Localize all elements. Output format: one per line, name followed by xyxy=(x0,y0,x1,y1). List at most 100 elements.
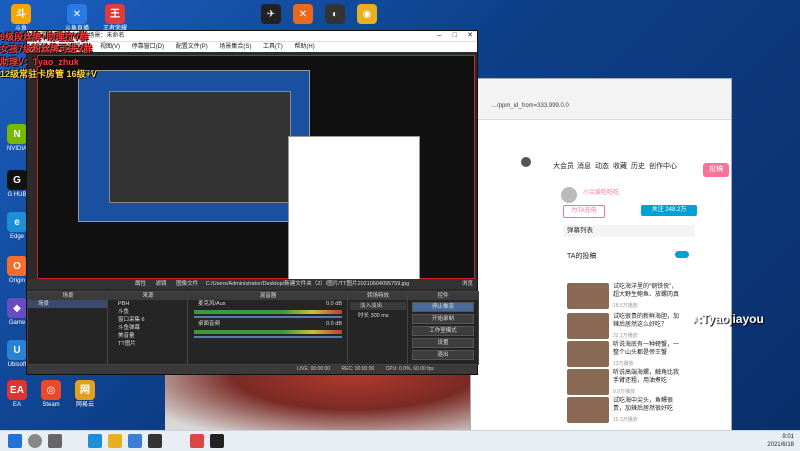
browser-window: …/ppm_id_from=333.999.0.0 大会员 消息 动态 收藏 历… xyxy=(470,78,732,436)
volume-slider[interactable] xyxy=(194,336,342,338)
transitions-dock: 转场特效 淡入淡出 时长 300 ms xyxy=(347,291,409,365)
app-taskbar-icon[interactable] xyxy=(210,434,224,448)
douyu-live-icon: ✕ xyxy=(67,4,87,24)
address-bar[interactable]: …/ppm_id_from=333.999.0.0 xyxy=(491,103,569,109)
nav-dynamic[interactable]: 动态 xyxy=(595,161,609,171)
danmaku-list-header[interactable]: 弹幕列表 xyxy=(563,225,695,237)
nav-message[interactable]: 消息 xyxy=(577,161,591,171)
image-path-field[interactable]: C:/Users/Administrator/Desktop/新建文件夹（2）/… xyxy=(206,281,410,287)
nav-vip[interactable]: 大会员 xyxy=(553,161,574,171)
nested-browser-preview xyxy=(288,136,420,280)
minimize-button[interactable]: – xyxy=(437,31,441,41)
maximize-button[interactable]: □ xyxy=(453,31,457,41)
settings-button[interactable]: 设置 xyxy=(412,338,474,348)
desktop-icon-douyu-live[interactable]: ✕ 斗鱼直播 xyxy=(60,4,94,33)
desktop-icon-ea[interactable]: EA EA xyxy=(0,380,34,409)
store-taskbar-icon[interactable] xyxy=(128,434,142,448)
studio-mode-button[interactable]: 工作室模式 xyxy=(412,326,474,336)
video-thumbnail xyxy=(567,397,609,423)
uploader-avatar[interactable] xyxy=(561,187,577,203)
scene-item[interactable]: 场景 xyxy=(28,300,108,308)
stop-streaming-button[interactable]: 停止推流 xyxy=(412,302,474,312)
desktop-icon-douyu[interactable]: 斗 斗鱼 xyxy=(4,4,38,33)
exit-button[interactable]: 退出 xyxy=(412,350,474,360)
volume-slider[interactable] xyxy=(194,316,342,318)
nav-history[interactable]: 历史 xyxy=(631,161,645,171)
netease-icon: 网 xyxy=(75,380,95,400)
menu-tools[interactable]: 工具(T) xyxy=(263,44,283,50)
uploader-name[interactable]: 小兰爱吃吃吃 xyxy=(583,187,619,196)
ghub-icon: G xyxy=(7,170,27,190)
ea-icon: EA xyxy=(7,380,27,400)
tiktok-watermark: ♪:Tyaojiayou xyxy=(692,312,764,326)
nested-obs-preview xyxy=(109,91,291,203)
obs-preview[interactable] xyxy=(37,55,475,280)
source-item[interactable]: TT图片 xyxy=(108,340,188,348)
mixer-dock: 混音器 麦克风/Aux 0.0 dB 桌面音频 0.0 dB xyxy=(187,291,349,365)
controls-header: 控件 xyxy=(408,292,478,300)
obs-taskbar-icon[interactable] xyxy=(148,434,162,448)
explorer-taskbar-icon[interactable] xyxy=(108,434,122,448)
close-button[interactable]: ✕ xyxy=(467,31,473,41)
browse-button[interactable]: 浏览 xyxy=(462,279,473,289)
menu-help[interactable]: 帮助(H) xyxy=(294,44,314,50)
video-thumbnail xyxy=(567,369,609,395)
nav-creator[interactable]: 创作中心 xyxy=(649,161,677,171)
start-icon[interactable] xyxy=(8,434,22,448)
video-thumbnail xyxy=(567,341,609,367)
video-list-item[interactable]: 试吃海中尖头，鱼鳔很贵，加辣后居然很好吃 15.3万播放 xyxy=(567,397,687,429)
source-item[interactable]: 窗口采集 6 xyxy=(108,316,188,324)
desktop-icon-honor[interactable]: 王 王者荣耀 xyxy=(98,4,132,33)
menu-profile[interactable]: 配置文件(P) xyxy=(176,44,208,50)
mixer-channel-label: 桌面音频 0.0 dB xyxy=(198,321,342,327)
source-item[interactable]: 美音量 xyxy=(108,332,188,340)
follow-button[interactable]: 关注 248.2万 xyxy=(641,205,697,216)
desktop-icon-netease[interactable]: 网 网易云 xyxy=(68,380,102,409)
start-recording-button[interactable]: 开始录制 xyxy=(412,314,474,324)
image-file-label: 图像文件 xyxy=(176,281,199,287)
obs-titlebar: 配置文件：未命名 · 场景：未命名 – □ ✕ xyxy=(27,31,477,41)
duration-label: 时长 300 ms xyxy=(358,313,389,319)
nvidia-icon: N xyxy=(7,124,27,144)
source-item[interactable]: 斗鱼 xyxy=(108,308,188,316)
desktop-icon-top-1[interactable]: ✈ xyxy=(254,4,288,26)
source-item[interactable]: PBH xyxy=(108,300,188,308)
desktop-icon-top-3[interactable]: ◐ xyxy=(318,4,352,26)
app-icon: ✈ xyxy=(261,4,281,24)
taskbar: 9:01 2021/6/18 xyxy=(0,430,800,451)
obs-status-bar: LIVE: 00:00:00 REC: 00:00:00 CPU: 0.0%, … xyxy=(27,365,477,374)
honor-icon: 王 xyxy=(105,4,125,24)
edge-taskbar-icon[interactable] xyxy=(88,434,102,448)
properties-button[interactable]: 属性 xyxy=(135,281,146,287)
nav-favorite[interactable]: 收藏 xyxy=(613,161,627,171)
mixer-header: 混音器 xyxy=(188,292,348,300)
video-list-item[interactable]: 试吃海洋里的"钢铁侠"，超大野生鲍鱼、放螺肉真 18.5万播放 xyxy=(567,283,687,315)
uploader-tab[interactable]: TA的投稿 xyxy=(567,251,596,261)
app-icon: ✕ xyxy=(293,4,313,24)
game-icon: ◆ xyxy=(7,298,27,318)
autoplay-toggle[interactable] xyxy=(675,251,689,258)
system-clock[interactable]: 9:01 2021/6/18 xyxy=(767,433,794,449)
steam-icon: ◎ xyxy=(41,380,61,400)
desktop-icon-steam[interactable]: ◎ Steam xyxy=(34,380,68,409)
taskview-icon[interactable] xyxy=(48,434,62,448)
filters-button[interactable]: 滤镜 xyxy=(156,281,167,287)
search-icon[interactable] xyxy=(28,434,42,448)
submit-button[interactable]: 投稿 xyxy=(703,163,729,177)
audio-meter xyxy=(194,330,342,334)
rec-status: REC: 00:00:00 xyxy=(341,366,375,372)
menu-view[interactable]: 视图(V) xyxy=(100,44,120,50)
source-item[interactable]: 斗鱼弹幕 xyxy=(108,324,188,332)
cpu-status: CPU: 0.0%, 60.00 fps xyxy=(385,366,434,372)
menu-docks[interactable]: 停靠窗口(D) xyxy=(132,44,164,50)
bili-nav: 大会员 消息 动态 收藏 历史 创作中心 xyxy=(471,155,731,179)
chrome-taskbar-icon[interactable] xyxy=(190,434,204,448)
menu-scene-collection[interactable]: 场景集合(S) xyxy=(219,44,251,50)
charge-button[interactable]: 为TA充电 xyxy=(563,205,605,218)
desktop-icon-top-2[interactable]: ✕ xyxy=(286,4,320,26)
overlay-line-2: 女孩7级粉丝牌可进V群 xyxy=(0,44,93,54)
video-thumbnail xyxy=(567,313,609,339)
desktop-icon-top-4[interactable]: ◉ xyxy=(350,4,384,26)
audio-meter xyxy=(194,310,342,314)
transition-select[interactable]: 淡入淡出 xyxy=(350,302,406,310)
